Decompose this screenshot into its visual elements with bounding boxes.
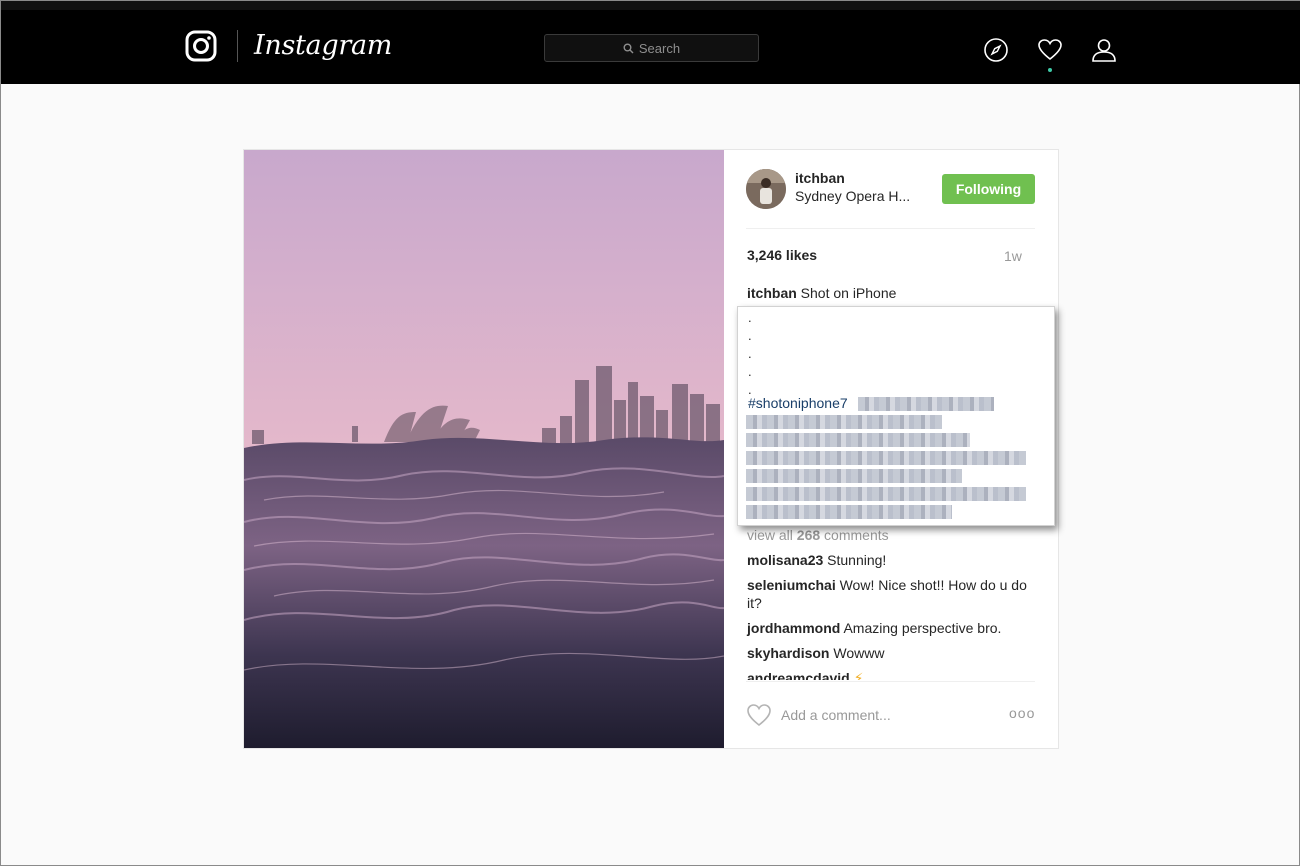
caption-overlay: . . . . . #shotoniphone7: [737, 306, 1055, 526]
blurred-text: [746, 415, 942, 429]
comment-username[interactable]: andreamcdavid: [747, 670, 850, 680]
blurred-text: [746, 451, 1026, 465]
blurred-text: [746, 487, 1026, 501]
header-divider: [746, 228, 1035, 229]
top-navigation: Instagram Search: [1, 10, 1300, 84]
comment-list: molisana23 Stunning! seleniumchai Wow! N…: [724, 540, 1058, 680]
avatar[interactable]: [746, 169, 786, 209]
post-username[interactable]: itchban: [795, 170, 845, 186]
comment-item: skyhardison Wowww: [747, 644, 1037, 662]
comment-text: Stunning!: [827, 552, 887, 568]
add-comment-input[interactable]: [781, 704, 1001, 726]
notification-dot: [1048, 68, 1052, 72]
caption-dot: .: [748, 328, 752, 343]
post-age[interactable]: 1w: [1004, 248, 1022, 264]
comment-item: andreamcdavid ⚡: [747, 669, 1037, 680]
caption: itchban Shot on iPhone: [747, 285, 896, 301]
logo-divider: [237, 30, 238, 62]
camera-icon[interactable]: [185, 30, 217, 62]
comment-text: Wowww: [833, 645, 885, 661]
comment-text: Amazing perspective bro.: [843, 620, 1002, 636]
comment-item: seleniumchai Wow! Nice shot!! How do u d…: [747, 576, 1037, 612]
caption-username[interactable]: itchban: [747, 285, 797, 301]
caption-dot: .: [748, 310, 752, 325]
comment-username[interactable]: molisana23: [747, 552, 823, 568]
caption-text: Shot on iPhone: [800, 285, 897, 301]
heart-icon[interactable]: [1037, 37, 1063, 63]
comment-item: jordhammond Amazing perspective bro.: [747, 619, 1037, 637]
caption-dot: .: [748, 346, 752, 361]
profile-icon[interactable]: [1091, 37, 1117, 63]
comment-username[interactable]: skyhardison: [747, 645, 829, 661]
compass-icon[interactable]: [983, 37, 1009, 63]
blurred-text: [746, 505, 952, 519]
like-heart-icon[interactable]: [746, 703, 772, 727]
avatar-image: [746, 169, 786, 209]
blurred-text: [746, 469, 962, 483]
blurred-text: [858, 397, 994, 411]
brand-wordmark[interactable]: Instagram: [254, 30, 392, 61]
comment-username[interactable]: jordhammond: [747, 620, 840, 636]
caption-dot: .: [748, 364, 752, 379]
comment-item: molisana23 Stunning!: [747, 551, 1037, 569]
top-edge: [1, 1, 1300, 10]
search-box[interactable]: Search: [544, 34, 759, 62]
sydney-harbour-photo: [244, 150, 724, 748]
comment-text: ⚡: [853, 670, 864, 680]
more-options-button[interactable]: ooo: [1009, 705, 1035, 721]
post-sidebar: itchban Sydney Opera H... Following 3,24…: [724, 150, 1058, 748]
comment-username[interactable]: seleniumchai: [747, 577, 836, 593]
footer-divider: [746, 681, 1035, 682]
following-button[interactable]: Following: [942, 174, 1035, 204]
blurred-text: [746, 433, 970, 447]
post-location[interactable]: Sydney Opera H...: [795, 188, 910, 204]
hashtag-link[interactable]: #shotoniphone7: [748, 395, 848, 411]
likes-count[interactable]: 3,246 likes: [747, 247, 817, 263]
post-photo[interactable]: [244, 150, 724, 748]
post-card: itchban Sydney Opera H... Following 3,24…: [243, 149, 1059, 749]
